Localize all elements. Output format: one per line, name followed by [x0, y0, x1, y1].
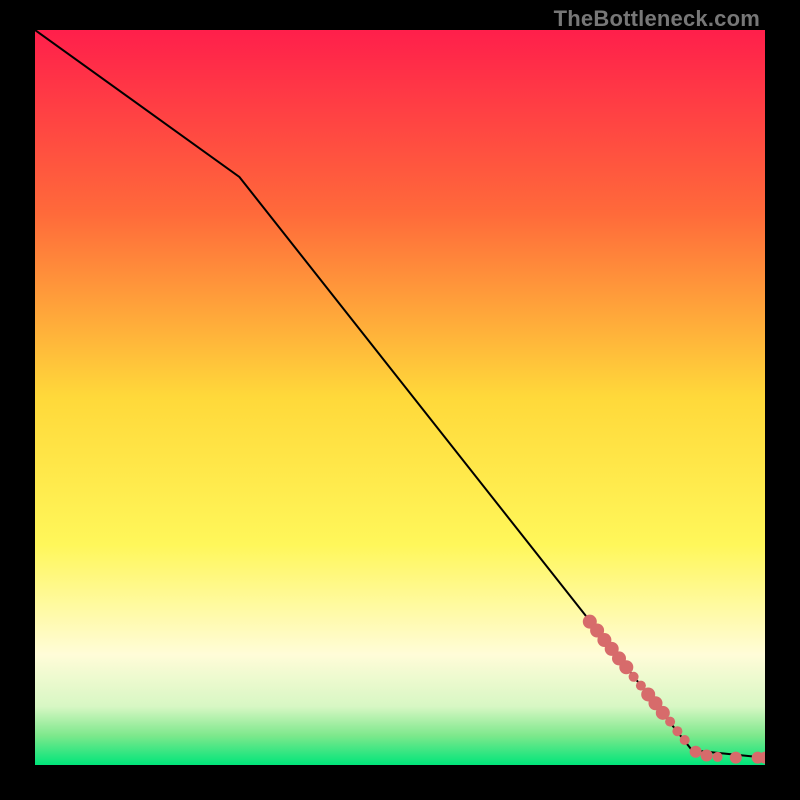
chart-marker	[701, 749, 713, 761]
chart-marker	[713, 752, 723, 762]
chart-marker	[730, 752, 742, 764]
chart-frame: TheBottleneck.com	[0, 0, 800, 800]
chart-marker	[665, 717, 675, 727]
chart-marker	[619, 660, 633, 674]
chart-svg	[35, 30, 765, 765]
attribution-text: TheBottleneck.com	[554, 6, 760, 32]
chart-plot-area	[35, 30, 765, 765]
chart-marker	[672, 726, 682, 736]
chart-marker	[629, 672, 639, 682]
chart-marker	[690, 746, 702, 758]
chart-background	[35, 30, 765, 765]
chart-marker	[680, 735, 690, 745]
